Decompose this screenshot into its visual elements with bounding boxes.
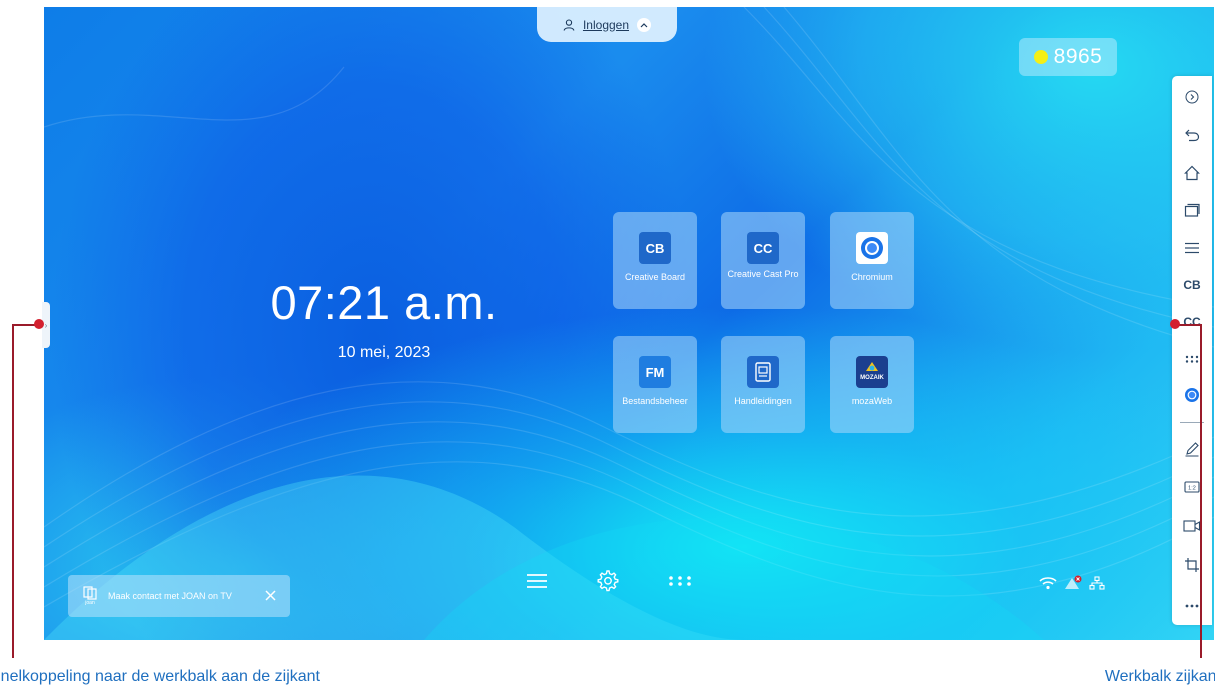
crop-icon[interactable]: [1172, 552, 1212, 578]
settings-icon: [597, 570, 619, 592]
svg-text:1:2: 1:2: [1188, 486, 1196, 492]
side-toolbar: CB CC 1:2: [1172, 76, 1212, 625]
chevron-up-icon[interactable]: [637, 17, 652, 32]
menu-button[interactable]: [519, 567, 555, 595]
home-icon[interactable]: [1172, 160, 1212, 186]
chevron-right-icon: ›: [44, 320, 48, 330]
joan-brand: joan: [85, 600, 95, 606]
app-creative-cast-pro[interactable]: CC Creative Cast Pro: [721, 212, 805, 309]
app-label: Creative Board: [624, 272, 686, 282]
creative-cast-icon: CC: [747, 232, 779, 264]
callout-dot: [34, 319, 44, 329]
apps-grid-icon[interactable]: [1172, 346, 1212, 372]
home-screen: Inloggen 8965 07:21 a.m. 10 mei, 2023 CB…: [44, 7, 1214, 640]
manuals-icon: [747, 356, 779, 388]
app-label: Handleidingen: [734, 396, 792, 406]
back-icon[interactable]: [1172, 122, 1212, 148]
chromium-icon: [856, 232, 888, 264]
recent-apps-icon[interactable]: [1172, 197, 1212, 223]
status-bar: [1039, 573, 1105, 593]
app-label: mozaWeb: [851, 396, 893, 406]
callout-line: [1200, 324, 1202, 658]
app-creative-board[interactable]: CB Creative Board: [613, 212, 697, 309]
pen-icon[interactable]: [1172, 436, 1212, 462]
points-value: 8965: [1053, 45, 1103, 68]
notification-text: Maak contact met JOAN on TV: [108, 591, 232, 601]
settings-button[interactable]: [590, 567, 626, 595]
clock-time: 07:21 a.m.: [270, 276, 498, 329]
login-tab[interactable]: Inloggen: [537, 7, 677, 42]
ethernet-icon: [1089, 576, 1105, 590]
apps-icon: [669, 576, 691, 586]
wallpaper: [44, 7, 1214, 640]
wifi-icon: [1039, 577, 1057, 590]
app-label: Bestandsbeheer: [622, 396, 688, 406]
app-mozaweb[interactable]: MOZAIK mozaWeb: [830, 336, 914, 433]
menu-icon[interactable]: [1172, 235, 1212, 261]
close-icon[interactable]: [265, 589, 276, 603]
app-handleidingen[interactable]: Handleidingen: [721, 336, 805, 433]
file-manager-icon: FM: [639, 356, 671, 388]
mozaweb-icon: MOZAIK: [856, 356, 888, 388]
more-icon[interactable]: [1172, 593, 1212, 619]
creative-board-icon[interactable]: CB: [1172, 272, 1212, 298]
app-label: Creative Cast Pro: [727, 269, 799, 279]
joan-notification[interactable]: joan Maak contact met JOAN on TV: [68, 575, 290, 617]
creative-board-icon: CB: [639, 232, 671, 264]
caption-left: Snelkoppeling naar de werkbalk aan de zi…: [0, 668, 320, 685]
expand-icon[interactable]: [1172, 84, 1212, 110]
screen-record-icon[interactable]: [1172, 513, 1212, 539]
menu-icon: [527, 574, 547, 588]
app-chromium[interactable]: Chromium: [830, 212, 914, 309]
points-badge: 8965: [1019, 38, 1117, 76]
coin-icon: [1033, 50, 1048, 64]
callout-line: [12, 324, 14, 658]
callout-dot: [1170, 319, 1180, 329]
caption-right: Werkbalk zijkant: [1104, 668, 1215, 685]
split-screen-icon[interactable]: 1:2: [1172, 474, 1212, 500]
app-bestandsbeheer[interactable]: FM Bestandsbeheer: [613, 336, 697, 433]
chromium-icon[interactable]: [1172, 382, 1212, 408]
app-label: Chromium: [851, 272, 893, 282]
apps-button[interactable]: [662, 567, 698, 595]
hotspot-disconnected-icon: [1065, 575, 1082, 589]
user-icon: [563, 18, 575, 31]
joan-icon: joan: [78, 586, 102, 606]
login-label[interactable]: Inloggen: [583, 18, 629, 32]
clock-date: 10 mei, 2023: [337, 344, 431, 361]
